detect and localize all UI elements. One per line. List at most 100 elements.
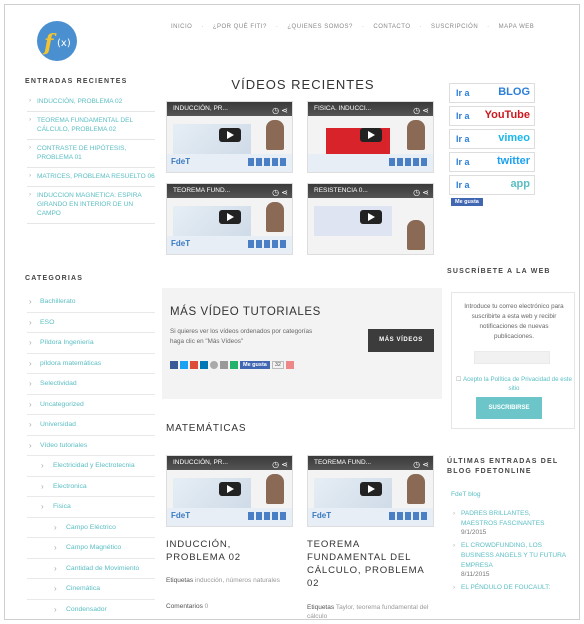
nav-suscripcion[interactable]: SUSCRIPCIÓN: [431, 24, 478, 30]
nav-quienes-somos[interactable]: ¿QUIENES SOMOS?: [287, 24, 353, 30]
blog-link[interactable]: FdeT blog: [451, 490, 567, 500]
recent-entry-link[interactable]: CONTRASTE DE HIPÓTESIS, PROBLEMA 01: [27, 140, 155, 168]
video-title-bar: TEOREMA FUND... ◷ ⋖: [308, 456, 433, 470]
category-link[interactable]: Campo Eléctrico: [27, 518, 155, 538]
nav-mapa-web[interactable]: MAPA WEB: [499, 24, 535, 30]
email-field[interactable]: [474, 351, 550, 364]
play-icon[interactable]: [218, 210, 241, 224]
post-title[interactable]: INDUCCIÓN, PROBLEMA 02: [166, 538, 286, 564]
recent-entries-list: INDUCCIÓN, PROBLEMA 02 TEOREMA FUNDAMENT…: [27, 93, 155, 224]
nav-separator: ·: [275, 24, 279, 30]
social-icons: [248, 512, 286, 520]
categories-list: BachilleratoESOPíldora Ingenieríapíldora…: [27, 292, 155, 620]
play-icon[interactable]: [359, 482, 382, 496]
section-heading-matematicas: MATEMÁTICAS: [166, 423, 247, 434]
subscribe-text: Introduce tu correo electrónico para sus…: [464, 303, 564, 340]
like-count: 32: [271, 361, 284, 369]
category-link[interactable]: Fisica: [27, 497, 155, 518]
site-logo[interactable]: f (x): [37, 21, 77, 61]
app-icon: app: [510, 178, 530, 190]
blog-entry-link[interactable]: EL PÉNDULO DE FOUCAULT:: [451, 583, 567, 593]
category-link[interactable]: Cantidad de Movimiento: [27, 559, 155, 579]
go-to-twitter-link[interactable]: Ir a twitter: [449, 152, 535, 172]
plus-share-icon[interactable]: [285, 361, 294, 369]
recent-entry-link[interactable]: INDUCCIÓN, PROBLEMA 02: [27, 93, 155, 112]
category-link[interactable]: Universidad: [27, 415, 155, 436]
recent-entry-link[interactable]: TEOREMA FUNDAMENTAL DEL CÁLCULO, PROBLEM…: [27, 112, 155, 140]
category-link[interactable]: Uncategorized: [27, 395, 155, 415]
google-plus-icon[interactable]: [190, 361, 198, 369]
category-link[interactable]: Píldora Ingeniería: [27, 333, 155, 354]
nav-contacto[interactable]: CONTACTO: [373, 24, 410, 30]
nav-separator: ·: [419, 24, 422, 30]
category-link[interactable]: ESO: [27, 313, 155, 333]
play-icon[interactable]: [218, 482, 241, 496]
video-thumbnail[interactable]: TEOREMA FUND... ◷ ⋖ FdeT: [166, 183, 293, 255]
category-link[interactable]: píldora matemáticas: [27, 354, 155, 374]
like-button[interactable]: Me gusta: [240, 361, 270, 369]
category-link[interactable]: Selectividad: [27, 374, 155, 395]
subscribe-box: Introduce tu correo electrónico para sus…: [451, 292, 575, 429]
category-link[interactable]: Electricidad y Electrotecnia: [27, 456, 155, 477]
go-to-label: Ir a: [456, 134, 470, 144]
subscribe-button[interactable]: SUSCRIBIRSE: [476, 397, 542, 419]
presenter-image: [266, 474, 284, 504]
video-footer: FdeT: [167, 154, 292, 172]
video-thumbnail[interactable]: FISICA. INDUCCI... ◷ ⋖: [307, 101, 434, 173]
share-icon[interactable]: [230, 361, 238, 369]
category-link[interactable]: Bachillerato: [27, 292, 155, 313]
go-to-vimeo-link[interactable]: Ir a vimeo: [449, 129, 535, 149]
video-title: TEOREMA FUND...: [173, 187, 231, 194]
category-link[interactable]: Cinemática: [27, 579, 155, 600]
post-title[interactable]: TEOREMA FUNDAMENTAL DEL CÁLCULO, PROBLEM…: [307, 538, 437, 590]
recent-entry-link[interactable]: INDUCCION MAGNETICA: ESPIRA GIRANDO EN I…: [27, 187, 155, 224]
tags-label: Etiquetas: [307, 604, 335, 611]
checkbox-icon[interactable]: ☐: [456, 376, 463, 383]
comments-count[interactable]: 0: [205, 603, 209, 610]
video-thumbnail[interactable]: INDUCCIÓN, PR... ◷ ⋖ FdeT: [166, 101, 293, 173]
play-icon[interactable]: [359, 128, 382, 142]
category-link[interactable]: Campo Magnético: [27, 538, 155, 559]
email-icon[interactable]: [220, 361, 228, 369]
fdet-logo: FdeT: [312, 511, 332, 520]
facebook-icon[interactable]: [170, 361, 178, 369]
linkedin-icon[interactable]: [200, 361, 208, 369]
video-thumbnail[interactable]: TEOREMA FUND... ◷ ⋖ FdeT: [307, 455, 434, 527]
facebook-like-button[interactable]: Me gusta: [451, 198, 483, 206]
video-footer: [308, 154, 433, 172]
recent-entry-link[interactable]: MATRICES, PROBLEMA RESUELTO 06: [27, 168, 155, 187]
fx-logo-icon: f (x): [42, 30, 71, 56]
nav-por-que-fiti[interactable]: ¿POR QUÉ FITI?: [213, 24, 267, 30]
category-link[interactable]: Electronica: [27, 477, 155, 497]
blog-entry-link[interactable]: EL CROWDFUNDING, LOS BUSINESS ANGELS Y T…: [451, 541, 567, 571]
pinterest-icon[interactable]: [210, 361, 218, 369]
privacy-label[interactable]: Acepto la Política de Privacidad de este…: [463, 376, 572, 392]
category-link[interactable]: Vídeo tutoriales: [27, 436, 155, 456]
clock-share-icon: ◷ ⋖: [413, 460, 429, 469]
go-to-youtube-link[interactable]: Ir a YouTube: [449, 106, 535, 126]
recent-entries-heading: ENTRADAS RECIENTES: [25, 78, 128, 85]
youtube-icon: YouTube: [484, 109, 530, 121]
privacy-checkbox[interactable]: ☐ Acepto la Política de Privacidad de es…: [456, 375, 572, 393]
video-title-bar: FISICA. INDUCCI... ◷ ⋖: [308, 102, 433, 116]
go-to-blog-link[interactable]: Ir a BLOG: [449, 83, 535, 103]
presenter-image: [407, 120, 425, 150]
video-title-bar: TEOREMA FUND... ◷ ⋖: [167, 184, 292, 198]
nav-inicio[interactable]: INICIO: [171, 24, 192, 30]
more-videos-button[interactable]: MÁS VÍDEOS: [368, 329, 434, 352]
blog-entry-link[interactable]: PADRES BRILLANTES, MAESTROS FASCINANTES: [451, 509, 567, 529]
presenter-image: [407, 474, 425, 504]
video-thumbnail[interactable]: INDUCCIÓN, PR... ◷ ⋖ FdeT: [166, 455, 293, 527]
tags-value[interactable]: inducción, números naturales: [195, 577, 280, 584]
fdet-logo: FdeT: [171, 511, 191, 520]
twitter-icon[interactable]: [180, 361, 188, 369]
category-link[interactable]: Condensador: [27, 600, 155, 620]
nav-separator: ·: [361, 24, 365, 30]
play-icon[interactable]: [218, 128, 241, 142]
go-to-label: Ir a: [456, 111, 470, 121]
video-thumbnail[interactable]: RESISTENCIA 0... ◷ ⋖: [307, 183, 434, 255]
go-to-app-link[interactable]: Ir a app: [449, 175, 535, 195]
play-icon[interactable]: [359, 210, 382, 224]
blog-icon: BLOG: [498, 86, 530, 98]
blog-heading: ÚLTIMAS ENTRADAS DEL BLOG FDETONLINE: [447, 458, 559, 475]
